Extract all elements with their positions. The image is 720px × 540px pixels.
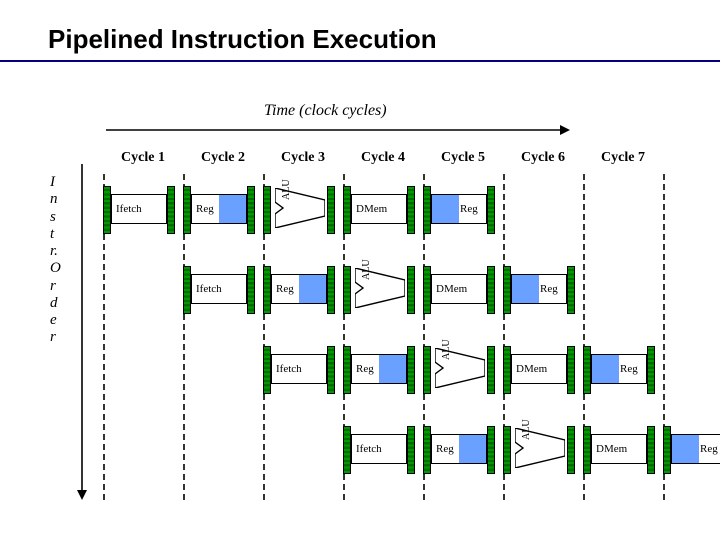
cycle-header: Cycle 5 [423, 150, 503, 166]
cycle-header: Cycle 4 [343, 150, 423, 166]
pipeline-latch [407, 426, 415, 474]
stage-ifetch: Ifetch [263, 344, 343, 388]
stage-reg-write: Reg [503, 264, 583, 308]
stage-reg-read: Reg [183, 184, 263, 228]
pipeline-latch [503, 346, 511, 394]
stage-dmem: DMem [503, 344, 583, 388]
stage-box: Ifetch [271, 354, 327, 384]
pipeline-latch [583, 426, 591, 474]
pipeline-latch [103, 186, 111, 234]
stage-box: Reg [511, 274, 567, 304]
stage-ifetch: Ifetch [183, 264, 263, 308]
stage-box: Reg [271, 274, 327, 304]
pipeline-latch [167, 186, 175, 234]
pipeline-latch [583, 346, 591, 394]
pipeline-latch [183, 266, 191, 314]
time-axis-label: Time (clock cycles) [264, 102, 387, 120]
stage-alu: ALU [343, 264, 423, 308]
pipeline-latch [567, 346, 575, 394]
stage-box: DMem [431, 274, 487, 304]
time-axis-arrow [106, 124, 570, 136]
pipeline-latch [503, 266, 511, 314]
pipeline-grid: Ifetch Reg ALU DMem Reg [103, 174, 663, 500]
pipeline-latch [183, 186, 191, 234]
pipeline-latch [343, 186, 351, 234]
stage-reg-read: Reg [263, 264, 343, 308]
stage-box: Reg [351, 354, 407, 384]
pipeline-latch [247, 266, 255, 314]
pipeline-latch [343, 266, 351, 314]
cycle-header: Cycle 1 [103, 150, 183, 166]
pipeline-latch [487, 266, 495, 314]
cycle-header: Cycle 6 [503, 150, 583, 166]
pipeline-latch [263, 186, 271, 234]
instruction-row: Ifetch Reg ALU DMem Reg [343, 418, 720, 474]
stage-dmem: DMem [343, 184, 423, 228]
pipeline-latch [263, 266, 271, 314]
instruction-row: Ifetch Reg ALU DMem Reg [183, 258, 583, 314]
alu-label: ALU [281, 179, 292, 200]
cycle-header: Cycle 2 [183, 150, 263, 166]
pipeline-latch [647, 426, 655, 474]
stage-box: Ifetch [191, 274, 247, 304]
stage-reg-read: Reg [343, 344, 423, 388]
pipeline-latch [567, 266, 575, 314]
alu-label: ALU [521, 419, 532, 440]
stage-box: Reg [671, 434, 720, 464]
stage-reg-read: Reg [423, 424, 503, 468]
pipeline-latch [407, 186, 415, 234]
stage-box: Reg [431, 434, 487, 464]
slide: Pipelined Instruction Execution Time (cl… [0, 0, 720, 540]
stage-box: Ifetch [111, 194, 167, 224]
pipeline-latch [487, 346, 495, 394]
pipeline-latch [487, 426, 495, 474]
pipeline-latch [247, 186, 255, 234]
page-title: Pipelined Instruction Execution [48, 24, 437, 55]
alu-label: ALU [361, 259, 372, 280]
pipeline-latch [407, 266, 415, 314]
pipeline-latch [647, 346, 655, 394]
stage-box: Ifetch [351, 434, 407, 464]
stage-box: DMem [511, 354, 567, 384]
stage-alu: ALU [263, 184, 343, 228]
pipeline-latch [487, 186, 495, 234]
cycle-header: Cycle 7 [583, 150, 663, 166]
cycle-header: Cycle 3 [263, 150, 343, 166]
title-underline [0, 60, 720, 62]
stage-ifetch: Ifetch [103, 184, 183, 228]
pipeline-latch [567, 426, 575, 474]
stage-box: Reg [191, 194, 247, 224]
stage-alu: ALU [503, 424, 583, 468]
stage-alu: ALU [423, 344, 503, 388]
stage-ifetch: Ifetch [343, 424, 423, 468]
stage-box: DMem [591, 434, 647, 464]
instr-order-label: I n s t r. O r d e r [50, 174, 61, 347]
pipeline-latch [327, 186, 335, 234]
pipeline-latch [503, 426, 511, 474]
pipeline-latch [343, 346, 351, 394]
stage-box: Reg [431, 194, 487, 224]
stage-reg-write: Reg [423, 184, 503, 228]
pipeline-latch [423, 266, 431, 314]
instruction-row: Ifetch Reg ALU DMem Reg [103, 178, 503, 234]
instruction-row: Ifetch Reg ALU DMem Reg [263, 338, 663, 394]
alu-label: ALU [441, 339, 452, 360]
pipeline-latch [423, 346, 431, 394]
stage-box: DMem [351, 194, 407, 224]
stage-dmem: DMem [423, 264, 503, 308]
instr-order-arrow [76, 164, 88, 500]
pipeline-latch [343, 426, 351, 474]
pipeline-latch [423, 426, 431, 474]
stage-reg-write: Reg [583, 344, 663, 388]
stage-reg-write: Reg [663, 424, 720, 468]
cycle-headers: Cycle 1Cycle 2Cycle 3Cycle 4Cycle 5Cycle… [103, 150, 663, 166]
pipeline-latch [663, 426, 671, 474]
pipeline-latch [407, 346, 415, 394]
pipeline-latch [263, 346, 271, 394]
stage-dmem: DMem [583, 424, 663, 468]
pipeline-latch [423, 186, 431, 234]
stage-box: Reg [591, 354, 647, 384]
pipeline-latch [327, 266, 335, 314]
pipeline-latch [327, 346, 335, 394]
